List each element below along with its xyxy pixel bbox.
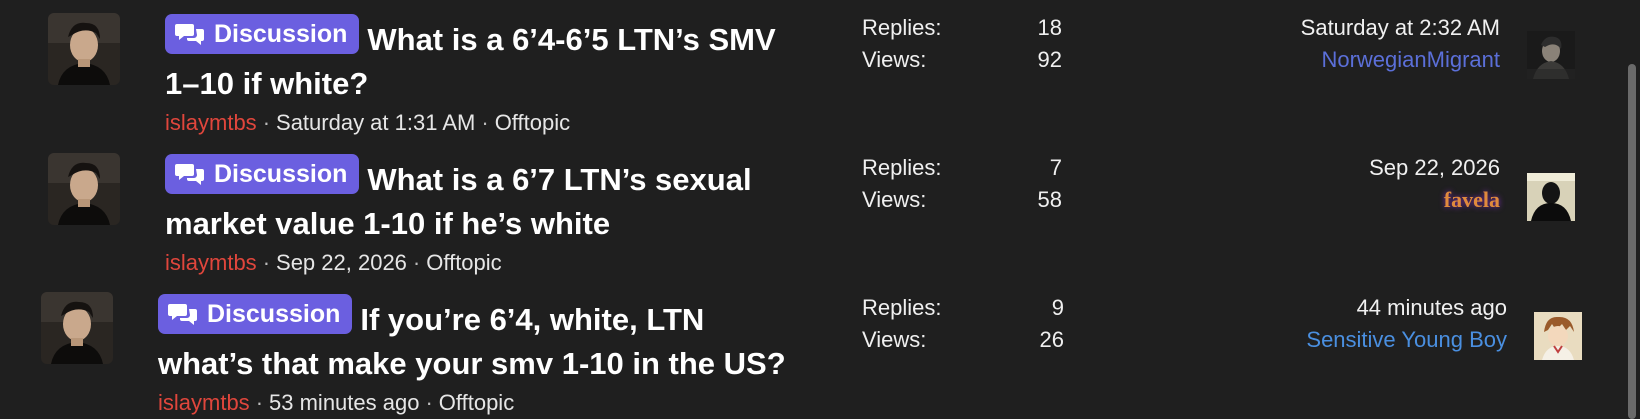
discussion-prefix-badge[interactable]: Discussion [158, 294, 353, 334]
anime-character-avatar-icon [1534, 312, 1582, 360]
thread-title[interactable]: Discussion What is a 6’7 LTN’s sexual [165, 154, 825, 202]
author-avatar[interactable] [48, 13, 120, 85]
last-poster-link[interactable]: Sensitive Young Boy [1177, 324, 1507, 356]
replies-count: 7 [1049, 155, 1062, 180]
title-line-2[interactable]: 1–10 if white? [165, 62, 825, 106]
author-link[interactable]: islaymtbs [158, 390, 250, 415]
author-avatar[interactable] [41, 292, 113, 364]
title-line-2[interactable]: market value 1-10 if he’s white [165, 202, 825, 246]
speech-bubbles-icon [168, 301, 199, 327]
separator-dot: · [262, 110, 271, 135]
thread-row: Discussion What is a 6’4-6’5 LTN’s SMV 1–… [0, 0, 1620, 140]
latest-reply: Saturday at 2:32 AM NorwegianMigrant [1170, 12, 1500, 76]
start-date[interactable]: Saturday at 1:31 AM [276, 110, 475, 135]
latest-reply: 44 minutes ago Sensitive Young Boy [1177, 292, 1507, 356]
start-date[interactable]: 53 minutes ago [269, 390, 419, 415]
thread-meta: islaymtbs · 53 minutes ago · Offtopic [158, 388, 858, 418]
views-count: 26 [1039, 327, 1064, 352]
thread-stats: Replies: 18 Views: 92 [862, 12, 1062, 76]
separator-dot: · [425, 390, 433, 415]
thread-title-block: Discussion What is a 6’7 LTN’s sexual mar… [165, 154, 825, 278]
last-post-time[interactable]: Saturday at 2:32 AM [1301, 15, 1500, 40]
separator-dot: · [481, 110, 489, 135]
thread-stats: Replies: 9 Views: 26 [862, 292, 1064, 356]
thread-title[interactable]: Discussion What is a 6’4-6’5 LTN’s SMV [165, 14, 825, 62]
vertical-scrollbar[interactable] [1628, 64, 1636, 419]
last-post-time[interactable]: 44 minutes ago [1357, 295, 1507, 320]
separator-dot: · [262, 250, 271, 275]
prefix-label: Discussion [214, 160, 348, 188]
views-count: 92 [1037, 47, 1062, 72]
views-label: Views: [862, 47, 927, 72]
thread-stats: Replies: 7 Views: 58 [862, 152, 1062, 216]
start-date[interactable]: Sep 22, 2026 [276, 250, 407, 275]
views-label: Views: [862, 327, 927, 352]
last-poster-avatar[interactable] [1527, 173, 1575, 221]
title-line-2[interactable]: what’s that make your smv 1-10 in the US… [158, 342, 858, 386]
title-line-1: What is a 6’7 LTN’s sexual [367, 162, 752, 197]
last-poster-link[interactable]: NorwegianMigrant [1170, 44, 1500, 76]
views-label: Views: [862, 187, 927, 212]
portrait-avatar-icon [48, 13, 120, 85]
thread-meta: islaymtbs · Sep 22, 2026 · Offtopic [165, 248, 825, 278]
replies-count: 9 [1051, 295, 1064, 320]
title-line-1: What is a 6’4-6’5 LTN’s SMV [367, 22, 776, 57]
thread-row: Discussion What is a 6’7 LTN’s sexual mar… [0, 140, 1620, 280]
title-line-1: If you’re 6’4, white, LTN [360, 302, 705, 337]
last-poster-avatar[interactable] [1534, 312, 1582, 360]
thread-meta: islaymtbs · Saturday at 1:31 AM · Offtopic [165, 108, 825, 138]
discussion-prefix-badge[interactable]: Discussion [165, 154, 360, 194]
replies-label: Replies: [862, 155, 942, 180]
forum-link[interactable]: Offtopic [495, 110, 570, 135]
last-post-time[interactable]: Sep 22, 2026 [1369, 155, 1500, 180]
thread-list: Discussion What is a 6’4-6’5 LTN’s SMV 1–… [0, 0, 1640, 419]
latest-reply: Sep 22, 2026 favela [1170, 152, 1500, 216]
replies-label: Replies: [862, 295, 942, 320]
replies-count: 18 [1037, 15, 1062, 40]
last-poster-link[interactable]: favela [1170, 184, 1500, 216]
portrait-avatar-icon [41, 292, 113, 364]
silhouette-avatar-icon [1527, 173, 1575, 221]
replies-label: Replies: [862, 15, 942, 40]
separator-dot: · [412, 250, 421, 275]
author-avatar[interactable] [48, 153, 120, 225]
thread-title[interactable]: Discussion If you’re 6’4, white, LTN [158, 294, 858, 342]
author-link[interactable]: islaymtbs [165, 110, 257, 135]
thread-title-block: Discussion What is a 6’4-6’5 LTN’s SMV 1–… [165, 14, 825, 138]
speech-bubbles-icon [175, 21, 206, 47]
dark-portrait-avatar-icon [1527, 31, 1575, 79]
forum-link[interactable]: Offtopic [439, 390, 514, 415]
separator-dot: · [255, 390, 264, 415]
author-link[interactable]: islaymtbs [165, 250, 257, 275]
prefix-label: Discussion [207, 300, 341, 328]
discussion-prefix-badge[interactable]: Discussion [165, 14, 360, 54]
prefix-label: Discussion [214, 20, 348, 48]
thread-title-block: Discussion If you’re 6’4, white, LTN what… [158, 294, 858, 418]
portrait-avatar-icon [48, 153, 120, 225]
thread-row: Discussion If you’re 6’4, white, LTN what… [0, 280, 1620, 419]
speech-bubbles-icon [175, 161, 206, 187]
views-count: 58 [1037, 187, 1062, 212]
forum-link[interactable]: Offtopic [426, 250, 501, 275]
last-poster-avatar[interactable] [1527, 31, 1575, 79]
